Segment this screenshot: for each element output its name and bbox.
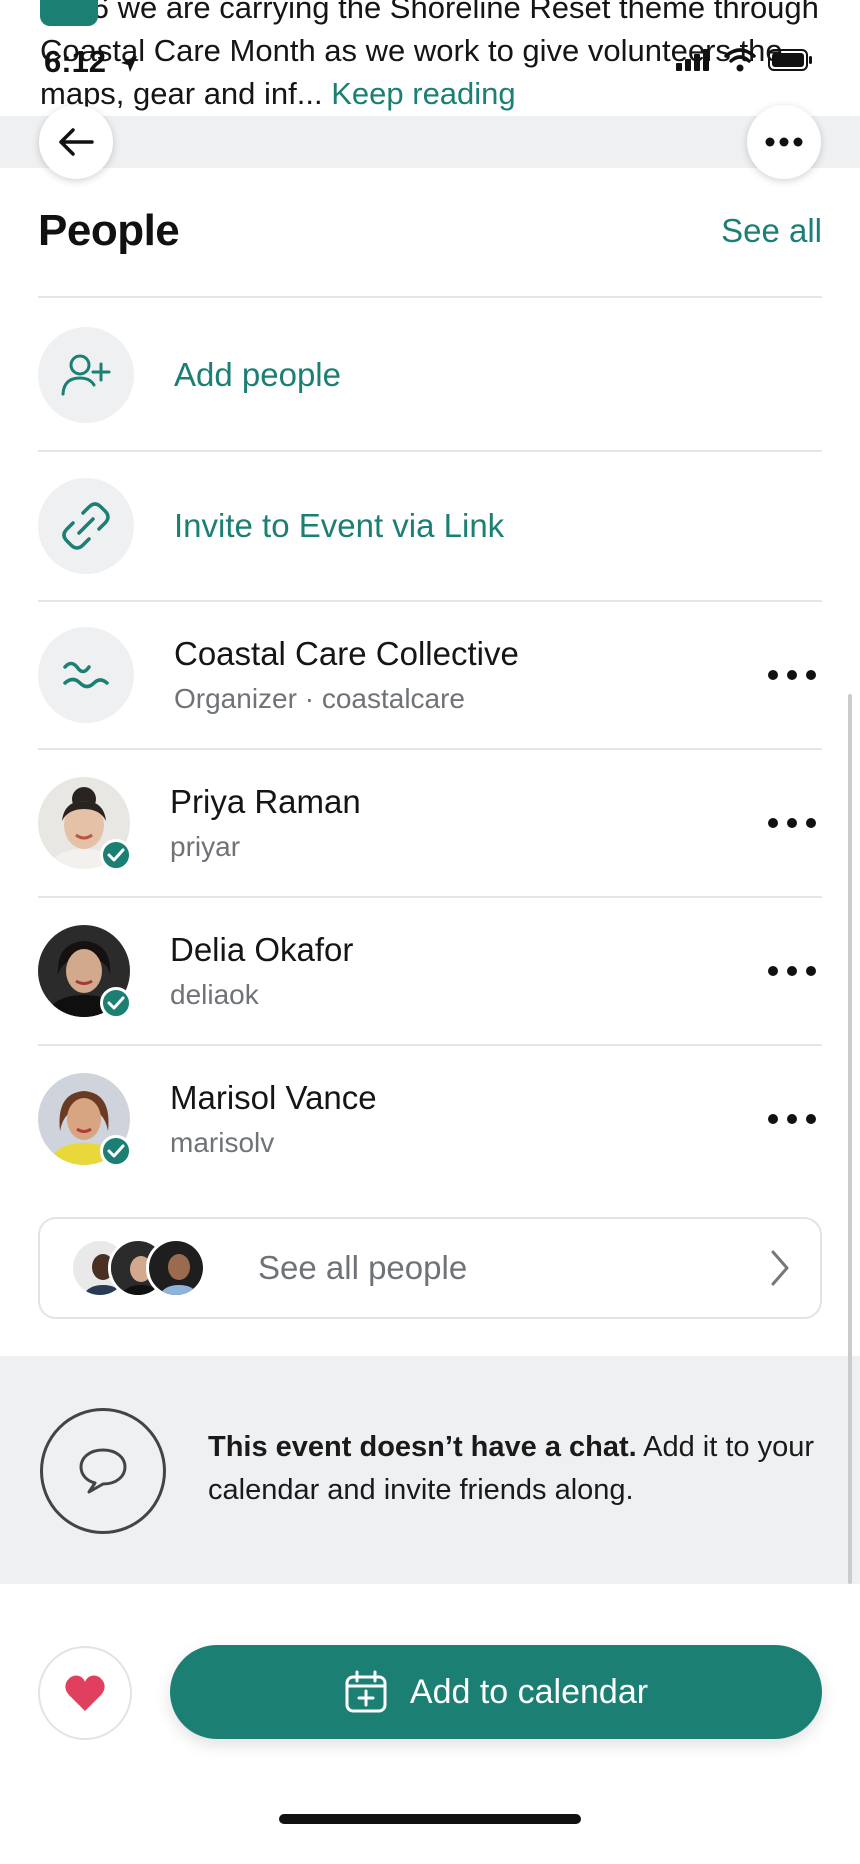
avatar bbox=[38, 777, 132, 871]
member-row-coastal-care[interactable]: Coastal Care Collective Organizer · coas… bbox=[38, 602, 822, 748]
member-subtitle: priyar bbox=[170, 831, 241, 862]
verified-badge-icon bbox=[100, 1135, 132, 1167]
member-row-priya[interactable]: Priya Raman priyar bbox=[38, 750, 822, 896]
avatar bbox=[146, 1238, 206, 1298]
organizer-logo bbox=[38, 627, 134, 723]
member-row-delia[interactable]: Delia Okafor deliaok bbox=[38, 898, 822, 1044]
member-name: Delia Okafor bbox=[170, 931, 354, 968]
header-band bbox=[0, 116, 860, 168]
divider bbox=[38, 296, 822, 298]
member-subtitle: deliaok bbox=[170, 979, 259, 1010]
link-icon bbox=[62, 502, 110, 550]
add-person-icon-circle bbox=[38, 327, 134, 423]
calendar-add-icon bbox=[345, 1670, 387, 1713]
member-more-button[interactable] bbox=[768, 1109, 816, 1129]
add-people-label: Add people bbox=[174, 356, 341, 393]
cellular-signal-icon bbox=[676, 49, 709, 71]
arrow-left-icon bbox=[59, 128, 94, 156]
wifi-icon bbox=[724, 48, 756, 72]
member-row-marisol[interactable]: Marisol Vance marisolv bbox=[38, 1046, 822, 1192]
add-people-row[interactable]: Add people bbox=[38, 302, 822, 448]
avatar bbox=[38, 925, 132, 1019]
member-name: Priya Raman bbox=[170, 783, 361, 820]
chat-notice-text: This event doesn’t have a chat. Add it t… bbox=[208, 1426, 828, 1512]
status-bar: 6:12 bbox=[0, 0, 860, 110]
see-all-people-label: See all people bbox=[258, 1249, 468, 1286]
status-icons bbox=[676, 48, 814, 72]
member-text: Priya Raman priyar bbox=[170, 783, 768, 863]
member-text: Coastal Care Collective Organizer · coas… bbox=[174, 635, 768, 715]
more-options-button[interactable] bbox=[747, 105, 821, 179]
chat-notice-bold: This event doesn’t have a chat. bbox=[208, 1431, 637, 1463]
member-more-button[interactable] bbox=[768, 665, 816, 685]
battery-icon bbox=[768, 49, 812, 71]
people-section-title: People bbox=[38, 206, 180, 255]
invite-link-label: Invite to Event via Link bbox=[174, 507, 505, 544]
member-more-button[interactable] bbox=[768, 961, 816, 981]
chat-bubble-icon bbox=[79, 1448, 127, 1494]
back-button[interactable] bbox=[39, 105, 113, 179]
verified-badge-icon bbox=[100, 987, 132, 1019]
status-time: 6:12 bbox=[44, 44, 139, 80]
member-more-button[interactable] bbox=[768, 813, 816, 833]
scrollbar[interactable] bbox=[848, 694, 852, 1584]
member-text: Delia Okafor deliaok bbox=[170, 931, 768, 1011]
chat-notice: This event doesn’t have a chat. Add it t… bbox=[0, 1356, 860, 1584]
see-all-people-button[interactable]: See all people bbox=[38, 1217, 822, 1319]
member-subtitle: Organizer · coastalcare bbox=[174, 683, 466, 714]
chat-bubble-icon-circle bbox=[40, 1408, 166, 1534]
member-subtitle: marisolv bbox=[170, 1127, 275, 1158]
invite-link-row[interactable]: Invite to Event via Link bbox=[38, 453, 822, 599]
heart-icon bbox=[65, 1675, 105, 1711]
avatar bbox=[38, 1073, 132, 1167]
location-arrow-icon bbox=[120, 55, 137, 72]
home-indicator[interactable] bbox=[279, 1814, 581, 1824]
divider bbox=[38, 450, 822, 452]
member-text: Marisol Vance marisolv bbox=[170, 1079, 768, 1159]
verified-badge-icon bbox=[100, 839, 132, 871]
see-all-link[interactable]: See all bbox=[721, 212, 822, 250]
chevron-right-icon bbox=[771, 1250, 789, 1286]
more-horizontal-icon bbox=[765, 137, 803, 147]
member-name: Marisol Vance bbox=[170, 1079, 377, 1116]
add-person-icon bbox=[61, 354, 111, 396]
bottom-action-bar: Add to calendar bbox=[0, 1584, 860, 1864]
add-to-calendar-button[interactable]: Add to calendar bbox=[170, 1645, 822, 1739]
wave-logo-icon bbox=[63, 661, 109, 689]
add-to-calendar-label: Add to calendar bbox=[409, 1672, 649, 1711]
avatar-stack bbox=[70, 1238, 240, 1298]
link-icon-circle bbox=[38, 478, 134, 574]
member-name: Coastal Care Collective bbox=[174, 635, 519, 672]
like-button[interactable] bbox=[38, 1646, 132, 1740]
